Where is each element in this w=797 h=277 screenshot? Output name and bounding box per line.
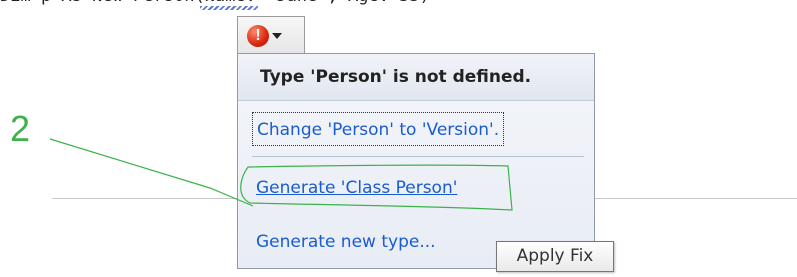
annotation-overlay: [49, 138, 513, 211]
annotation-highlight-outline: [240, 164, 513, 211]
annotation-pointer-line: [49, 138, 254, 207]
